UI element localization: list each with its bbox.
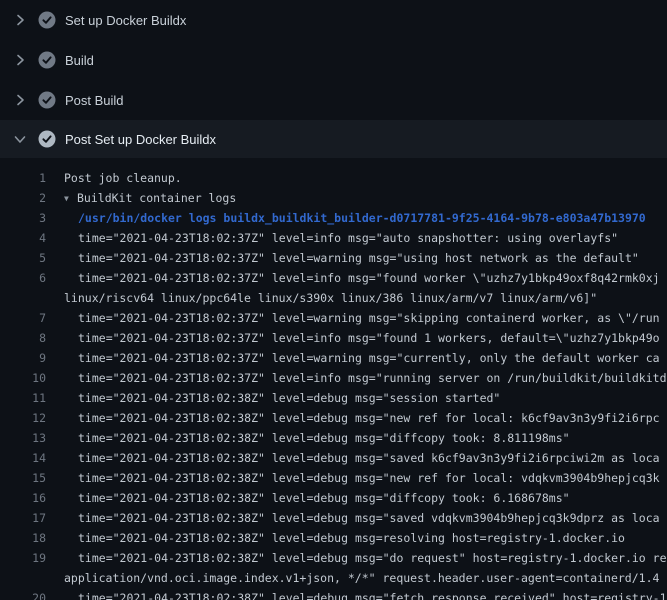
log-line-text: time="2021-04-23T18:02:37Z" level=info m… <box>78 268 660 288</box>
log-line-text: time="2021-04-23T18:02:38Z" level=debug … <box>78 508 660 528</box>
success-check-icon <box>38 130 56 148</box>
log-line-text: time="2021-04-23T18:02:38Z" level=debug … <box>78 548 667 568</box>
log-line: 3 /usr/bin/docker logs buildx_buildkit_b… <box>0 208 667 228</box>
success-check-icon <box>38 11 56 29</box>
log-line-text: Post job cleanup. <box>64 168 182 188</box>
line-number[interactable]: 2 <box>0 188 46 208</box>
log-line: 8 time="2021-04-23T18:02:37Z" level=info… <box>0 328 667 348</box>
success-check-icon <box>38 91 56 109</box>
line-number <box>0 288 46 308</box>
log-line: 12 time="2021-04-23T18:02:38Z" level=deb… <box>0 408 667 428</box>
log-line: application/vnd.oci.image.index.v1+json,… <box>0 568 667 588</box>
log-line: 7 time="2021-04-23T18:02:37Z" level=warn… <box>0 308 667 328</box>
log-line-text: time="2021-04-23T18:02:38Z" level=debug … <box>78 528 625 548</box>
line-number[interactable]: 9 <box>0 348 46 368</box>
line-number[interactable]: 7 <box>0 308 46 328</box>
log-line: 4 time="2021-04-23T18:02:37Z" level=info… <box>0 228 667 248</box>
line-number[interactable]: 19 <box>0 548 46 568</box>
log-line: 10 time="2021-04-23T18:02:37Z" level=inf… <box>0 368 667 388</box>
log-line-text: time="2021-04-23T18:02:38Z" level=debug … <box>78 408 660 428</box>
log-line-text: time="2021-04-23T18:02:37Z" level=warnin… <box>78 308 660 328</box>
log-line: 18 time="2021-04-23T18:02:38Z" level=deb… <box>0 528 667 548</box>
log-line-text: time="2021-04-23T18:02:38Z" level=debug … <box>78 388 500 408</box>
chevron-right-icon <box>12 92 28 108</box>
log-line: 6 time="2021-04-23T18:02:37Z" level=info… <box>0 268 667 288</box>
log-line: 13 time="2021-04-23T18:02:38Z" level=deb… <box>0 428 667 448</box>
line-number[interactable]: 12 <box>0 408 46 428</box>
line-number <box>0 568 46 588</box>
log-group-label: BuildKit container logs <box>77 191 236 205</box>
log-line: 16 time="2021-04-23T18:02:38Z" level=deb… <box>0 488 667 508</box>
line-number[interactable]: 17 <box>0 508 46 528</box>
line-number[interactable]: 18 <box>0 528 46 548</box>
log-line: 11 time="2021-04-23T18:02:38Z" level=deb… <box>0 388 667 408</box>
log-line-text: /usr/bin/docker logs buildx_buildkit_bui… <box>78 208 646 228</box>
log-line: 15 time="2021-04-23T18:02:38Z" level=deb… <box>0 468 667 488</box>
actions-log-viewer: Set up Docker Buildx Build P <box>0 0 667 600</box>
log-line-text: time="2021-04-23T18:02:37Z" level=info m… <box>78 228 618 248</box>
log-line-text: time="2021-04-23T18:02:38Z" level=debug … <box>78 448 660 468</box>
step-label: Post Build <box>65 93 124 108</box>
line-number[interactable]: 14 <box>0 448 46 468</box>
log-line-text: time="2021-04-23T18:02:38Z" level=debug … <box>78 488 570 508</box>
chevron-down-icon <box>12 131 28 147</box>
step-label: Build <box>65 53 94 68</box>
log-line-text: time="2021-04-23T18:02:37Z" level=warnin… <box>78 348 660 368</box>
chevron-right-icon <box>12 52 28 68</box>
line-number[interactable]: 4 <box>0 228 46 248</box>
line-number[interactable]: 20 <box>0 588 46 600</box>
log-line: 19 time="2021-04-23T18:02:38Z" level=deb… <box>0 548 667 568</box>
log-output: 1 Post job cleanup. 2 ▼BuildKit containe… <box>0 158 667 600</box>
log-line-text: application/vnd.oci.image.index.v1+json,… <box>64 568 659 588</box>
line-number[interactable]: 3 <box>0 208 46 228</box>
chevron-right-icon <box>12 12 28 28</box>
log-line: 5 time="2021-04-23T18:02:37Z" level=warn… <box>0 248 667 268</box>
line-number[interactable]: 6 <box>0 268 46 288</box>
log-line-text: time="2021-04-23T18:02:38Z" level=debug … <box>78 588 667 600</box>
line-number[interactable]: 5 <box>0 248 46 268</box>
log-line-text: time="2021-04-23T18:02:37Z" level=info m… <box>78 328 660 348</box>
log-line: 1 Post job cleanup. <box>0 168 667 188</box>
line-number[interactable]: 16 <box>0 488 46 508</box>
step-row-post-build[interactable]: Post Build <box>0 80 667 120</box>
line-number[interactable]: 8 <box>0 328 46 348</box>
log-line: 9 time="2021-04-23T18:02:37Z" level=warn… <box>0 348 667 368</box>
log-line-text: time="2021-04-23T18:02:38Z" level=debug … <box>78 428 570 448</box>
line-number[interactable]: 15 <box>0 468 46 488</box>
log-line-text: time="2021-04-23T18:02:37Z" level=warnin… <box>78 248 639 268</box>
line-number[interactable]: 10 <box>0 368 46 388</box>
success-check-icon <box>38 51 56 69</box>
log-line: 20 time="2021-04-23T18:02:38Z" level=deb… <box>0 588 667 600</box>
step-row-build[interactable]: Build <box>0 40 667 80</box>
step-row-set-up-docker-buildx[interactable]: Set up Docker Buildx <box>0 0 667 40</box>
log-line: linux/riscv64 linux/ppc64le linux/s390x … <box>0 288 667 308</box>
log-line: 17 time="2021-04-23T18:02:38Z" level=deb… <box>0 508 667 528</box>
step-list: Set up Docker Buildx Build P <box>0 0 667 158</box>
log-line-text: linux/riscv64 linux/ppc64le linux/s390x … <box>64 288 597 308</box>
log-line-text: time="2021-04-23T18:02:37Z" level=info m… <box>78 368 667 388</box>
log-line: 14 time="2021-04-23T18:02:38Z" level=deb… <box>0 448 667 468</box>
step-row-post-set-up-docker-buildx[interactable]: Post Set up Docker Buildx <box>0 120 667 158</box>
log-group-toggle[interactable]: ▼BuildKit container logs <box>64 188 236 208</box>
line-number[interactable]: 1 <box>0 168 46 188</box>
log-line: 2 ▼BuildKit container logs <box>0 188 667 208</box>
line-number[interactable]: 11 <box>0 388 46 408</box>
log-line-text: time="2021-04-23T18:02:38Z" level=debug … <box>78 468 660 488</box>
step-label: Set up Docker Buildx <box>65 13 186 28</box>
line-number[interactable]: 13 <box>0 428 46 448</box>
group-collapse-icon: ▼ <box>64 189 77 209</box>
step-label: Post Set up Docker Buildx <box>65 132 216 147</box>
